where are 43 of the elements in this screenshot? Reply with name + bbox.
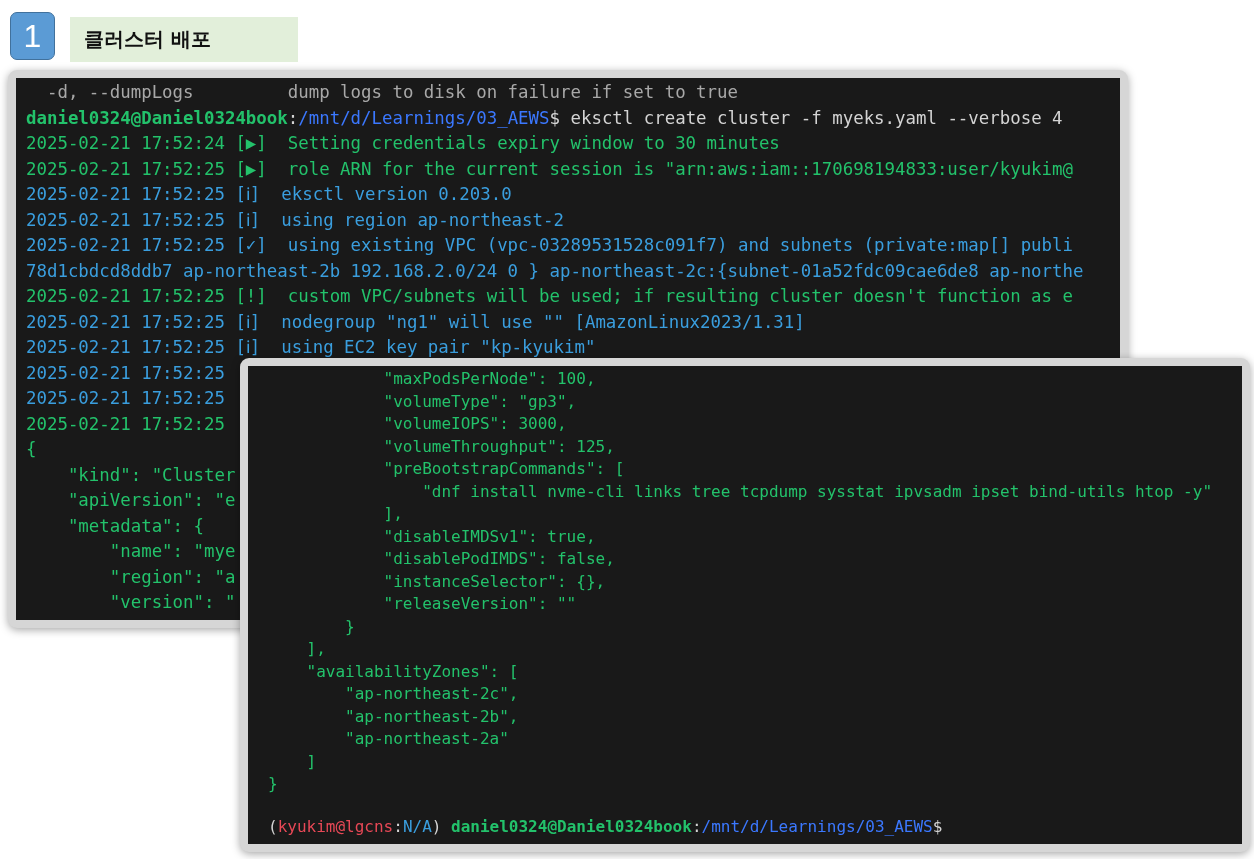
log-line: "metadata": { [66,514,204,538]
log-line: 2025-02-21 17:52:25 [26,387,225,410]
log-line: "volumeType": "gp3", [382,390,577,413]
log-line: 2025-02-21 17:52:25 [✓] using existing VPC (vpc-03289531528c091f7) and subnets (private:map[] publi [26,234,1073,257]
log-line: "instanceSelector": {}, [382,570,606,593]
log-line: ] [305,750,317,773]
log-line: } [344,615,355,638]
log-line: "preBootstrapCommands": [ [382,458,625,480]
log-line: "version": " [108,591,236,614]
log-line: "ap-northeast-2b", [344,705,519,728]
log-line: "disablePodIMDS": false, [382,548,615,570]
log-line: "availabilityZones": [ [305,660,519,683]
log-line: 2025-02-21 17:52:25 [26,361,225,385]
log-line: "volumeIOPS": 3000, [382,413,567,435]
log-line: 2025-02-21 17:52:25 [26,412,225,436]
prompt-line: (kyukim@lgcns:N/A) daniel0324@Daniel0324book:/mnt/d/Learnings/03_AEWS$ [268,815,943,838]
log-line: 2025-02-21 17:52:25 [ℹ] eksctl version 0.203.0 [26,183,512,206]
log-line: "kind": "Cluster [66,463,236,487]
log-line: 2025-02-21 17:52:25 [ℹ] using region ap-northeast-2 [26,208,564,232]
log-line: ], [305,638,326,660]
log-line: "apiVersion": "e [66,489,236,512]
log-line: 2025-02-21 17:52:25 [!] custom VPC/subnets will be used; if resulting cluster doesn't function as e [26,285,1073,308]
log-line: 2025-02-21 17:52:24 [▶] Setting credentials expiry window to 30 minutes [26,132,780,155]
log-line: "ap-northeast-2a" [344,728,509,750]
log-line: "ap-northeast-2c", [344,683,519,705]
log-line: { [26,438,37,461]
log-line: 2025-02-21 17:52:25 [ℹ] nodegroup "ng1" will use "" [AmazonLinux2023/1.31] [26,310,805,334]
log-line: "name": "mye [108,540,236,563]
log-line: "releaseVersion": "" [382,593,577,615]
help-text: -d, --dumpLogs dump logs to disk on failure if set to true [45,81,738,104]
log-line: "region": "a [108,565,236,589]
log-line: 2025-02-21 17:52:25 [▶] role ARN for the current session is "arn:aws:iam::170698194833:user/kyukim@ [26,157,1073,181]
log-line: "dnf install nvme-cli links tree tcpdump sysstat ipvsadm ipset bind-utils htop -y" [421,480,1212,503]
log-line: 2025-02-21 17:52:25 [ℹ] using EC2 key pair "kp-kyukim" [26,336,596,359]
step-number: 1 [10,12,55,60]
log-line: "maxPodsPerNode": 100, [382,368,596,390]
log-line: ], [382,503,403,525]
log-line: "disableIMDSv1": true, [382,525,596,548]
log-line: } [268,773,278,795]
prompt-line: daniel0324@Daniel0324book:/mnt/d/Learnings/03_AEWS$ eksctl create cluster -f myeks.yaml --verbose 4 [26,106,1063,130]
section-title: 클러스터 배포 [70,17,298,62]
log-line: 78d1cbdcd8ddb7 ap-northeast-2b 192.168.2.0/24 0 } ap-northeast-2c:{subnet-01a52fdc09cae6de8 ap-northe [26,259,1084,283]
log-line: "volumeThroughput": 125, [382,435,615,458]
